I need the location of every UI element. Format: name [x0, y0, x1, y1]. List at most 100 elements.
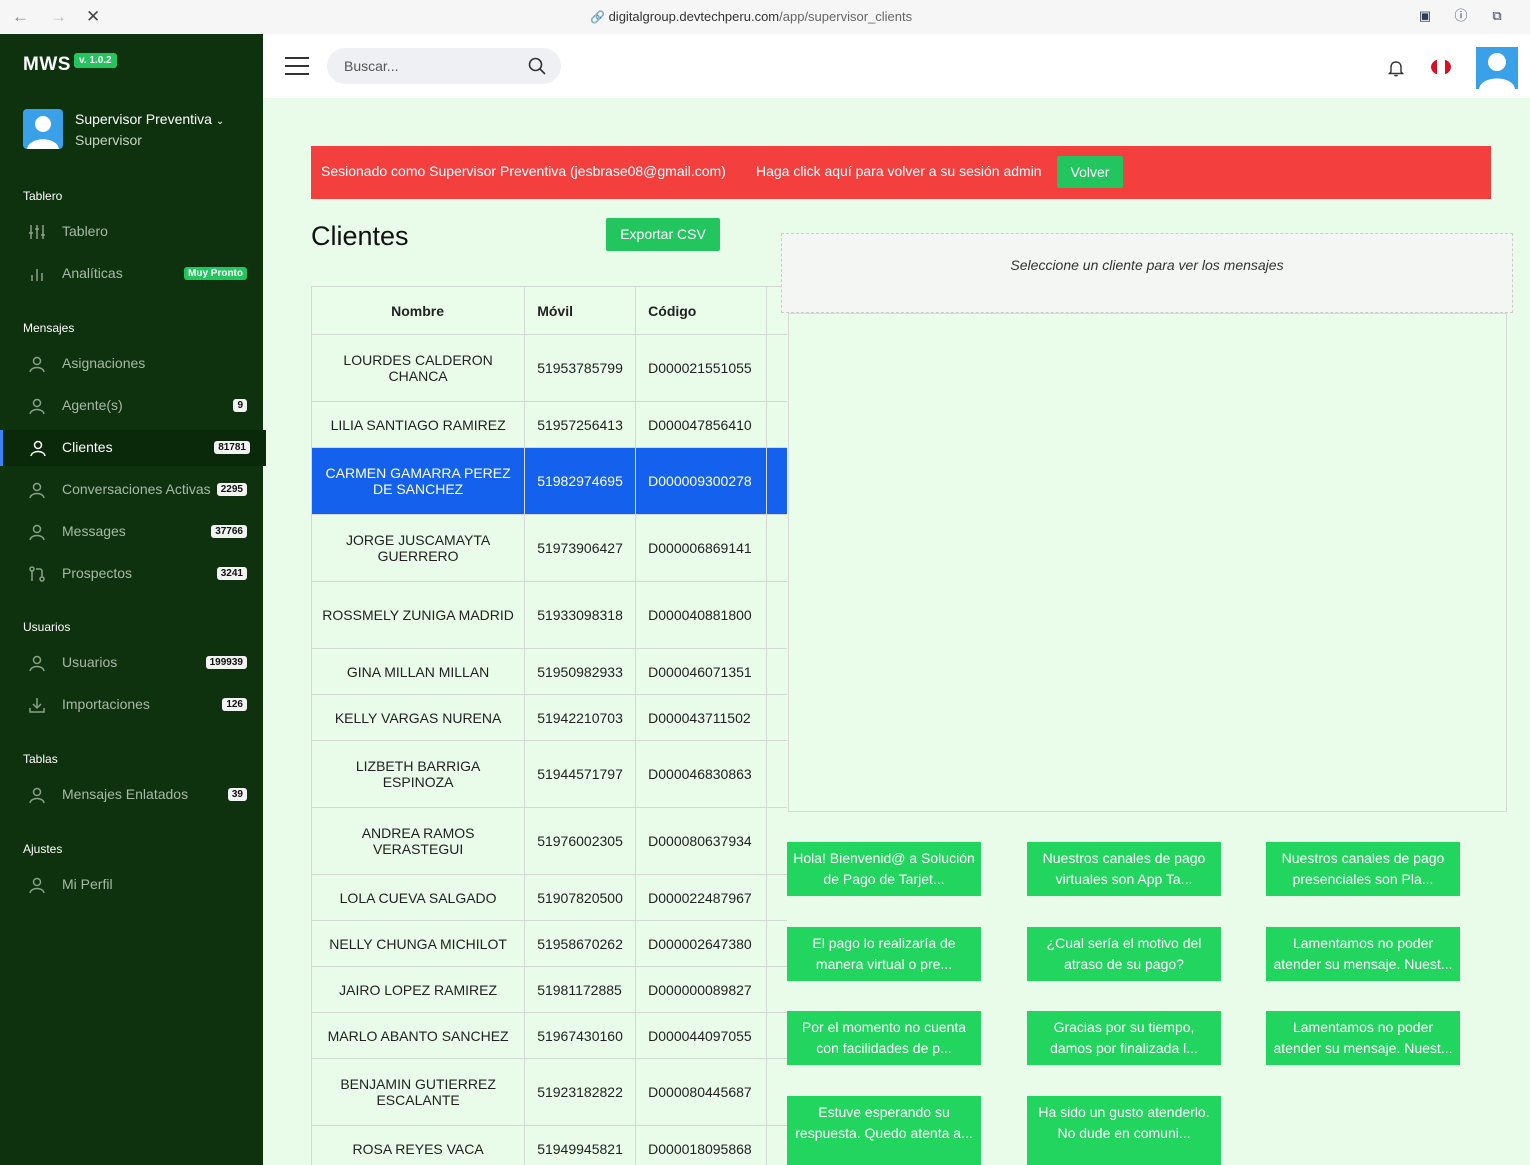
table-row[interactable]: LOURDES CALDERON CHANCA 51953785799 D00002… [311, 334, 787, 402]
table-row-selected[interactable]: CARMEN GAMARRA PEREZ DE SANCHEZ 519829746… [311, 447, 787, 515]
return-admin-prompt: Haga click aquí para volver a su sesión … [756, 163, 1042, 179]
sidebar-item-conversaciones-activas[interactable]: Conversaciones Activas 2295 [0, 472, 263, 508]
client-code: D000046830863 [635, 740, 768, 808]
canned-message-button[interactable]: Por el momento no cuenta con facilidades… [787, 1011, 981, 1065]
profile-avatar[interactable] [1476, 47, 1518, 89]
clients-table-container[interactable]: Nombre Móvil Código LOURDES CALDERON CHA… [311, 286, 787, 1165]
address-bar[interactable]: 🔗 digitalgroup.devtechperu.com/app/super… [590, 9, 912, 24]
canned-message-button[interactable]: Lamentamos no poder atender su mensaje. … [1266, 1011, 1460, 1065]
canned-message-button[interactable]: Hola! Bienvenid@ a Solución de Pago de T… [787, 842, 981, 896]
canned-message-button[interactable]: Lamentamos no poder atender su mensaje. … [1266, 927, 1460, 981]
client-name: MARLO ABANTO SANCHEZ [311, 1012, 526, 1059]
sidebar-item-clientes[interactable]: Clientes 81781 [0, 430, 266, 466]
column-header-movil[interactable]: Móvil [524, 286, 637, 335]
stop-icon[interactable]: ✕ [86, 7, 100, 27]
user-avatar[interactable] [23, 109, 63, 149]
table-row[interactable]: LILIA SANTIAGO RAMIREZ 51957256413 D000047… [311, 401, 787, 448]
peru-flag-icon[interactable] [1431, 59, 1451, 75]
search-icon[interactable] [528, 57, 546, 80]
back-icon[interactable]: ← [12, 7, 29, 27]
url-domain: digitalgroup.devtechperu.com [608, 9, 780, 24]
hamburger-menu-icon[interactable] [285, 57, 309, 75]
user-icon [28, 481, 46, 499]
search-box [327, 48, 561, 84]
user-name[interactable]: Supervisor Preventiva ⌄ [75, 111, 224, 127]
table-row[interactable]: ROSA REYES VACA 51949945821 D000018095868 [311, 1125, 787, 1165]
canned-message-button[interactable]: El pago lo realizaría de manera virtual … [787, 927, 981, 981]
sidebar-item-label: Conversaciones Activas [62, 481, 211, 497]
extension-icon[interactable]: ⧉ [1489, 8, 1505, 24]
impersonation-message: Sesionado como Supervisor Preventiva (je… [321, 163, 726, 179]
table-row[interactable]: JORGE JUSCAMAYTA GUERRERO 51973906427 D000… [311, 514, 787, 582]
column-header-nombre[interactable]: Nombre [311, 286, 526, 335]
sidebar-item-prospectos[interactable]: Prospectos 3241 [0, 556, 263, 592]
brand-logo[interactable]: MWS [23, 54, 71, 76]
browser-toolbar: ← → ✕ 🔗 digitalgroup.devtechperu.com/app… [0, 0, 1530, 35]
sidebar-item-messages[interactable]: Messages 37766 [0, 514, 263, 550]
sidebar-item-asignaciones[interactable]: Asignaciones [0, 346, 263, 382]
user-icon [28, 654, 46, 672]
client-name: GINA MILLAN MILLAN [311, 648, 526, 695]
password-manager-icon[interactable]: ⓘ [1453, 8, 1469, 24]
client-code: D000047856410 [635, 401, 768, 448]
sidebar-item-label: Asignaciones [62, 355, 146, 371]
count-badge: 37766 [211, 525, 247, 538]
user-role: Supervisor [75, 132, 142, 148]
table-row[interactable]: ROSSMELY ZUNIGA MADRID 51933098318 D000040… [311, 581, 787, 649]
table-row[interactable]: KELLY VARGAS NURENA 51942210703 D000043711… [311, 694, 787, 741]
client-name: LOLA CUEVA SALGADO [311, 874, 526, 921]
user-name-text: Supervisor Preventiva [75, 111, 212, 127]
canned-message-button[interactable]: Ha sido un gusto atenderlo. No dude en c… [1027, 1096, 1221, 1165]
client-name: LILIA SANTIAGO RAMIREZ [311, 401, 526, 448]
row-extra-cell [766, 401, 787, 448]
sidebar-item-mensajes-enlatados[interactable]: Mensajes Enlatados 39 [0, 777, 263, 813]
row-extra-cell [766, 920, 787, 967]
canned-message-button[interactable]: Gracias por su tiempo, damos por finaliz… [1027, 1011, 1221, 1065]
sidebar-item-mi-perfil[interactable]: Mi Perfil [0, 867, 263, 903]
url-path: /app/supervisor_clients [779, 9, 913, 24]
canned-message-button[interactable]: Nuestros canales de pago presenciales so… [1266, 842, 1460, 896]
impersonation-alert: Sesionado como Supervisor Preventiva (je… [311, 146, 1491, 199]
table-row[interactable]: GINA MILLAN MILLAN 51950982933 D0000460713… [311, 648, 787, 695]
clients-table: Nombre Móvil Código LOURDES CALDERON CHA… [311, 286, 787, 1165]
count-badge: 126 [222, 698, 247, 711]
sliders-icon [28, 223, 46, 241]
sidebar-item-label: Clientes [62, 439, 113, 455]
client-mobile: 51976002305 [524, 807, 637, 875]
canned-message-button[interactable]: Nuestros canales de pago virtuales son A… [1027, 842, 1221, 896]
client-name: JAIRO LOPEZ RAMIREZ [311, 966, 526, 1013]
column-header-codigo[interactable]: Código [635, 286, 768, 335]
sidebar-item-importaciones[interactable]: Importaciones 126 [0, 687, 263, 723]
client-code: D000040881800 [635, 581, 768, 649]
row-extra-cell [766, 1125, 787, 1165]
search-input[interactable] [342, 57, 516, 75]
client-name: ROSSMELY ZUNIGA MADRID [311, 581, 526, 649]
sidebar-item-tablero[interactable]: Tablero [0, 214, 263, 250]
table-row[interactable]: NELLY CHUNGA MICHILOT 51958670262 D0000026… [311, 920, 787, 967]
client-mobile: 51950982933 [524, 648, 637, 695]
client-mobile: 51981172885 [524, 966, 637, 1013]
sidebar-item-agentes[interactable]: Agente(s) 9 [0, 388, 263, 424]
client-code: D000044097055 [635, 1012, 768, 1059]
notification-bell-icon[interactable] [1386, 58, 1406, 83]
canned-message-button[interactable]: ¿Cual sería el motivo del atraso de su p… [1027, 927, 1221, 981]
table-row[interactable]: MARLO ABANTO SANCHEZ 51967430160 D00004409… [311, 1012, 787, 1059]
screen-share-icon[interactable]: ▣ [1417, 8, 1433, 24]
table-row[interactable]: BENJAMIN GUTIERREZ ESCALANTE 51923182822 D… [311, 1058, 787, 1126]
client-code: D000002647380 [635, 920, 768, 967]
export-csv-button[interactable]: Exportar CSV [606, 218, 720, 251]
table-row[interactable]: LIZBETH BARRIGA ESPINOZA 51944571797 D0000… [311, 740, 787, 808]
table-row[interactable]: JAIRO LOPEZ RAMIREZ 51981172885 D000000089… [311, 966, 787, 1013]
table-row[interactable]: LOLA CUEVA SALGADO 51907820500 D0000224879… [311, 874, 787, 921]
client-code: D000080445687 [635, 1058, 768, 1126]
user-icon [28, 397, 46, 415]
volver-button[interactable]: Volver [1057, 156, 1123, 188]
forward-icon[interactable]: → [50, 7, 67, 27]
table-row[interactable]: ANDREA RAMOS VERASTEGUI 51976002305 D00008… [311, 807, 787, 875]
sidebar-item-usuarios[interactable]: Usuarios 199939 [0, 645, 263, 681]
canned-message-button[interactable]: Estuve esperando su respuesta. Quedo ate… [787, 1096, 981, 1165]
sidebar-item-analiticas[interactable]: Analíticas Muy Pronto [0, 256, 263, 292]
chat-messages-area[interactable] [788, 313, 1507, 812]
client-name: ROSA REYES VACA [311, 1125, 526, 1165]
client-mobile: 51933098318 [524, 581, 637, 649]
